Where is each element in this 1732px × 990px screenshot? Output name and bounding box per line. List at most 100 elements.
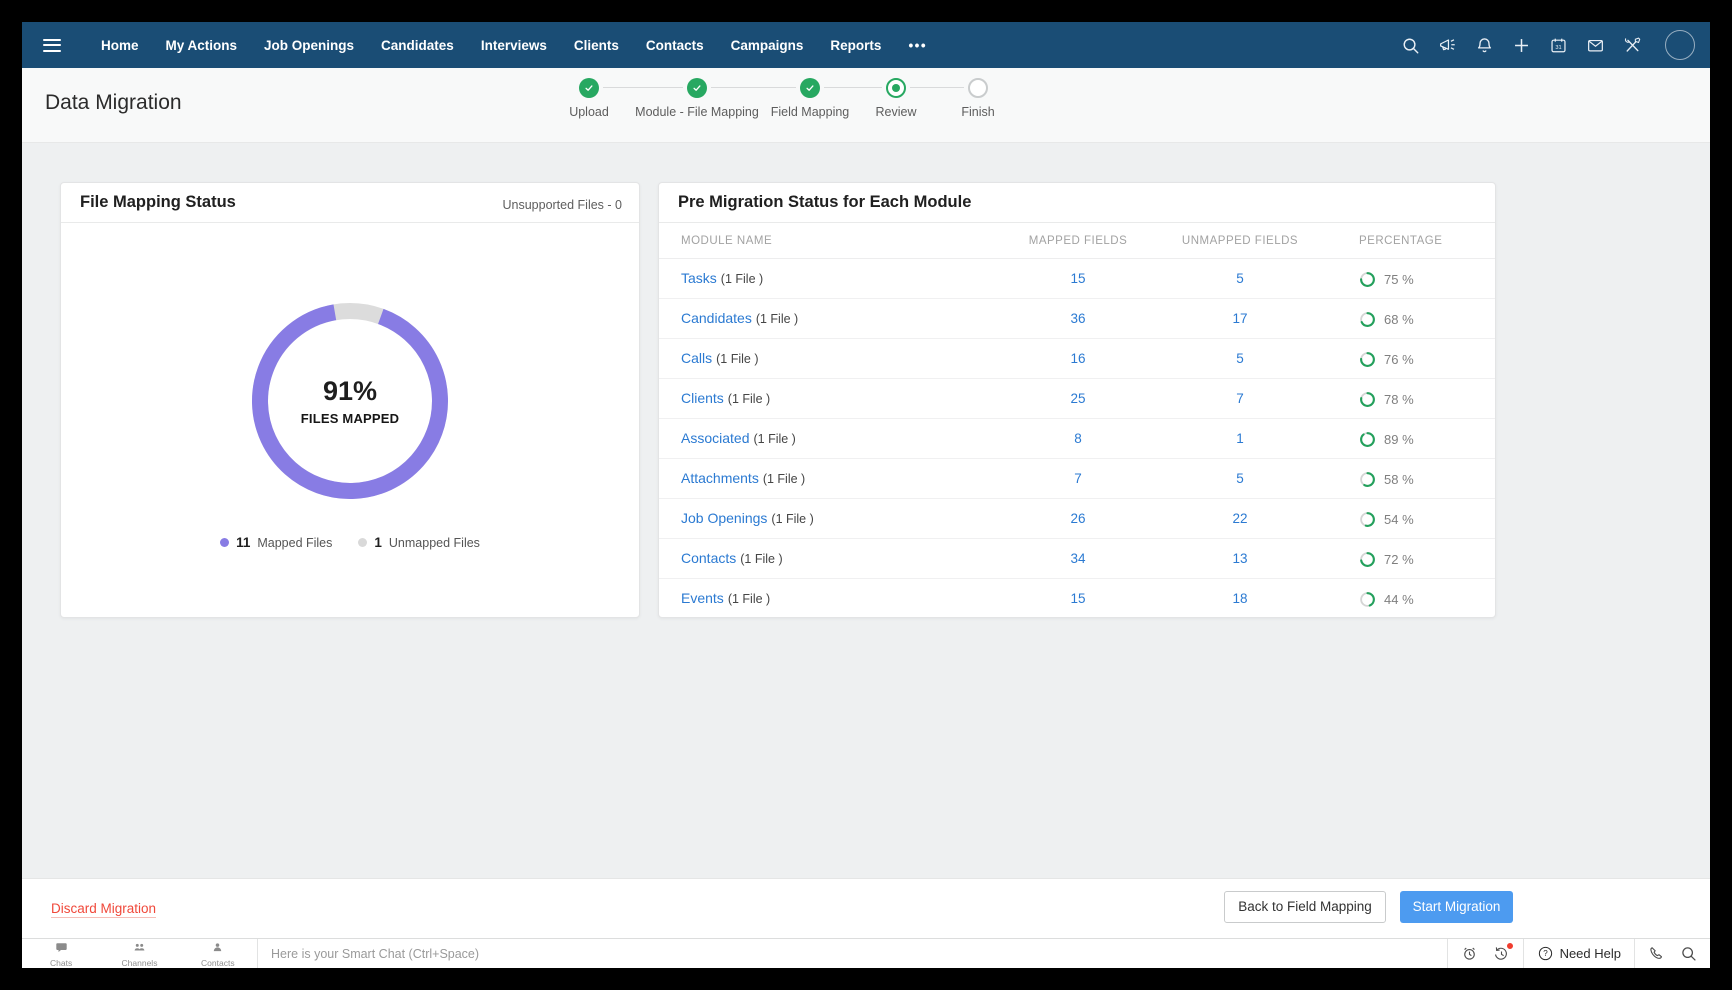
module-link[interactable]: Clients (681, 390, 724, 406)
svg-text:31: 31 (1555, 44, 1561, 50)
module-link[interactable]: Job Openings (681, 510, 767, 526)
search-icon[interactable] (1401, 36, 1420, 55)
unmapped-fields-value: 22 (1232, 511, 1247, 526)
alarm-clock-icon[interactable] (1461, 945, 1478, 962)
nav-item-candidates[interactable]: Candidates (381, 38, 454, 53)
donut-percent: 91% (323, 376, 377, 407)
table-row-associated: Associated(1 File )8189 % (659, 419, 1495, 459)
mapped-fields-value: 36 (1070, 311, 1085, 326)
percentage-arc-icon (1359, 271, 1376, 288)
column-header-module-name: MODULE NAME (681, 235, 772, 247)
start-migration-button[interactable]: Start Migration (1400, 891, 1513, 923)
smart-chat-bar: ChatsChannelsContacts ? Need Help (22, 938, 1710, 968)
need-help-button[interactable]: ? Need Help (1537, 945, 1621, 962)
legend-item-mapped-files: 11Mapped Files (220, 535, 332, 550)
module-link[interactable]: Tasks (681, 270, 717, 286)
table-row-candidates: Candidates(1 File )361768 % (659, 299, 1495, 339)
percentage-label: 54 % (1384, 512, 1414, 527)
nav-item-contacts[interactable]: Contacts (646, 38, 704, 53)
chat-tab-contacts[interactable]: Contacts (179, 939, 257, 968)
module-file-count: (1 File ) (753, 432, 795, 446)
donut-center-labels: 91% FILES MAPPED (250, 301, 450, 501)
module-file-count: (1 File ) (740, 552, 782, 566)
need-help-label: Need Help (1560, 946, 1621, 961)
table-row-contacts: Contacts(1 File )341372 % (659, 539, 1495, 579)
table-row-job-openings: Job Openings(1 File )262254 % (659, 499, 1495, 539)
calendar-icon[interactable]: 31 (1549, 36, 1568, 55)
module-name-cell: Calls (1 File ) (681, 350, 759, 368)
percentage-arc-icon (1359, 591, 1376, 608)
percentage-cell: 78 % (1359, 379, 1414, 419)
user-avatar[interactable] (1665, 30, 1695, 60)
step-label: Upload (569, 105, 609, 119)
percentage-label: 44 % (1384, 592, 1414, 607)
legend-count: 11 (236, 535, 250, 550)
nav-item-interviews[interactable]: Interviews (481, 38, 547, 53)
module-link[interactable]: Associated (681, 430, 749, 446)
module-file-count: (1 File ) (728, 592, 770, 606)
nav-item-reports[interactable]: Reports (830, 38, 881, 53)
module-name-cell: Job Openings(1 File ) (681, 510, 814, 528)
module-link[interactable]: Events (681, 590, 724, 606)
discard-migration-link[interactable]: Discard Migration (51, 901, 156, 918)
module-link[interactable]: Contacts (681, 550, 736, 566)
mapped-fields-value: 16 (1070, 351, 1085, 366)
table-body: Tasks(1 File )15575 %Candidates(1 File )… (659, 259, 1495, 618)
mail-icon[interactable] (1586, 36, 1605, 55)
unmapped-fields-value: 5 (1236, 471, 1244, 486)
module-file-count: (1 File ) (721, 272, 763, 286)
percentage-cell: 75 % (1359, 259, 1414, 299)
chat-tabs: ChatsChannelsContacts (22, 939, 258, 968)
module-name-cell: Attachments(1 File ) (681, 470, 805, 488)
chat-tab-channels[interactable]: Channels (100, 939, 178, 968)
page-header: Data Migration UploadModule - File Mappi… (22, 68, 1710, 143)
hamburger-menu-icon[interactable] (43, 39, 61, 52)
chat-tab-chats[interactable]: Chats (22, 939, 100, 968)
percentage-arc-icon (1359, 471, 1376, 488)
plus-icon[interactable] (1512, 36, 1531, 55)
files-mapped-donut-chart: 91% FILES MAPPED (250, 301, 450, 501)
percentage-cell: 54 % (1359, 499, 1414, 539)
nav-item-my-actions[interactable]: My Actions (166, 38, 238, 53)
megaphone-icon[interactable] (1438, 36, 1457, 55)
percentage-label: 72 % (1384, 552, 1414, 567)
percentage-cell: 89 % (1359, 419, 1414, 459)
module-link[interactable]: Candidates (681, 310, 752, 326)
table-row-events: Events(1 File )151844 % (659, 579, 1495, 618)
nav-item-campaigns[interactable]: Campaigns (731, 38, 804, 53)
table-row-calls: Calls(1 File )16576 % (659, 339, 1495, 379)
unmapped-fields-value: 18 (1232, 591, 1247, 606)
question-circle-icon: ? (1537, 945, 1554, 962)
percentage-arc-icon (1359, 431, 1376, 448)
nav-item-clients[interactable]: Clients (574, 38, 619, 53)
step-check-icon (687, 78, 707, 98)
nav-item-job-openings[interactable]: Job Openings (264, 38, 354, 53)
bell-icon[interactable] (1475, 36, 1494, 55)
pre-migration-status-card: Pre Migration Status for Each Module MOD… (658, 182, 1496, 618)
mapped-fields-value: 25 (1070, 391, 1085, 406)
smart-chat-input[interactable] (258, 939, 1447, 968)
step-finish[interactable]: Finish (898, 78, 1058, 119)
top-navbar: Home My Actions Job Openings Candidates Inte… (22, 22, 1710, 68)
donut-legend: 11Mapped Files 1Unmapped Files (61, 535, 639, 550)
percentage-label: 78 % (1384, 392, 1414, 407)
tools-icon[interactable] (1623, 36, 1642, 55)
module-link[interactable]: Attachments (681, 470, 759, 486)
nav-more-menu[interactable]: ••• (908, 38, 927, 53)
legend-item-unmapped-files: 1Unmapped Files (358, 535, 480, 550)
nav-item-home[interactable]: Home (101, 38, 139, 53)
card-title: Pre Migration Status for Each Module (678, 193, 971, 212)
module-name-cell: Tasks (1 File ) (681, 270, 763, 288)
percentage-arc-icon (1359, 391, 1376, 408)
chat-search-icon[interactable] (1680, 945, 1697, 962)
module-link[interactable]: Calls (681, 350, 712, 366)
mapped-fields-value: 8 (1074, 431, 1082, 446)
back-to-field-mapping-button[interactable]: Back to Field Mapping (1224, 891, 1386, 923)
percentage-label: 58 % (1384, 472, 1414, 487)
module-file-count: (1 File ) (716, 352, 758, 366)
phone-icon[interactable] (1648, 945, 1665, 962)
table-row-clients: Clients(1 File )25778 % (659, 379, 1495, 419)
module-name-cell: Contacts (1 File ) (681, 550, 783, 568)
percentage-label: 76 % (1384, 352, 1414, 367)
history-icon[interactable] (1493, 945, 1510, 962)
